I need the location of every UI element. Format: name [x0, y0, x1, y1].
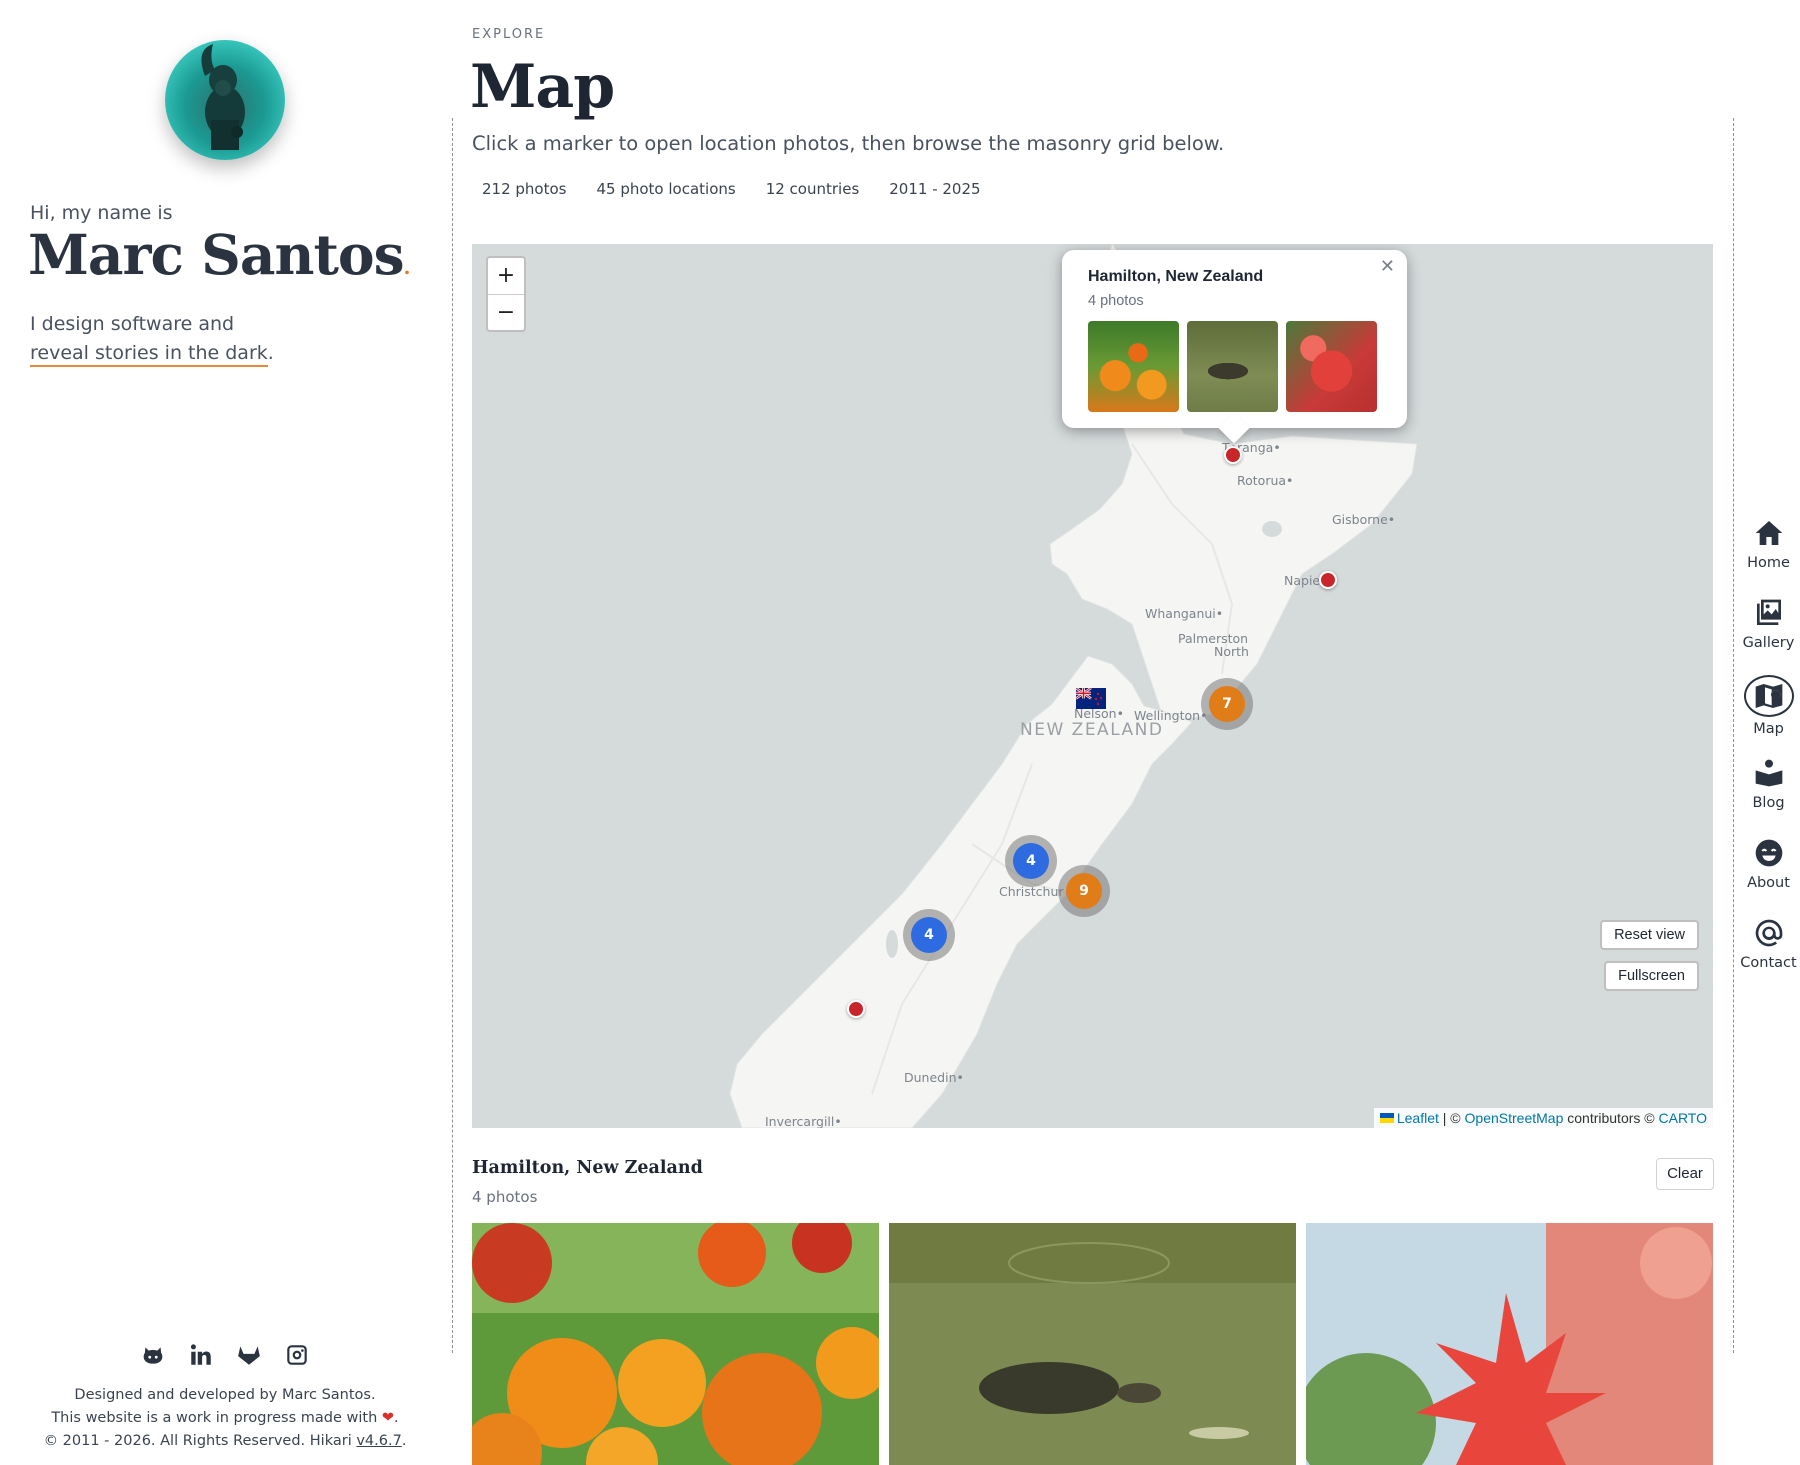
main-nav: Home Gallery Map Blog About Contact [1737, 515, 1800, 995]
divider-right [1733, 118, 1734, 1353]
name-dot: . [403, 255, 411, 279]
tagline: I design software and reveal stories in … [30, 310, 274, 368]
location-marker[interactable] [847, 1000, 865, 1018]
footer-copyright-end: . [401, 1433, 407, 1449]
stat-photos: 212 photos [482, 180, 567, 198]
greeting: Hi, my name is [30, 202, 173, 224]
nav-label: Contact [1740, 955, 1797, 971]
cluster-count: 4 [911, 917, 947, 953]
map[interactable]: + − T•ranga• Rotorua• Gisborne• Napie Wh… [472, 244, 1713, 1128]
place-label: Napie [1284, 573, 1321, 588]
popup-thumbnails [1088, 321, 1381, 412]
avatar [165, 40, 285, 160]
nav-home[interactable]: Home [1737, 515, 1800, 595]
tagline-link[interactable]: reveal stories in the dark [30, 342, 268, 367]
profile-name-text: Marc Santos [28, 222, 405, 287]
cluster-count: 9 [1066, 873, 1102, 909]
footer-copyright: © 2011 - 2026. All Rights Reserved. Hika… [43, 1433, 352, 1449]
attribution-contributors: contributors © [1567, 1110, 1655, 1126]
clear-button[interactable]: Clear [1656, 1158, 1714, 1190]
stat-locations: 45 photo locations [596, 180, 736, 198]
place-label: Invercargill• [765, 1114, 842, 1128]
nav-label: Gallery [1742, 635, 1795, 651]
cluster-count: 4 [1013, 843, 1049, 879]
nav-label: Map [1753, 721, 1784, 737]
location-marker[interactable] [1319, 571, 1337, 589]
place-label: Whanganui• [1145, 606, 1224, 621]
popup-title: Hamilton, New Zealand [1088, 268, 1264, 285]
social-links [140, 1342, 310, 1368]
fullscreen-button[interactable]: Fullscreen [1604, 961, 1699, 991]
heart-icon: ❤ [381, 1410, 395, 1426]
photo-thumbnail[interactable] [1088, 321, 1179, 412]
stats-bar: 212 photos 45 photo locations 12 countri… [472, 178, 991, 200]
nav-gallery[interactable]: Gallery [1737, 595, 1800, 675]
linkedin-icon[interactable] [188, 1342, 214, 1368]
footer-credit: Designed and developed by Marc Santos. [74, 1387, 376, 1403]
nav-map[interactable]: Map [1737, 675, 1800, 755]
ukraine-flag-icon [1379, 1113, 1394, 1123]
tagline-line1: I design software and [30, 313, 235, 335]
country-label: NEW ZEALAND [1020, 720, 1164, 740]
nav-about[interactable]: About [1737, 835, 1800, 915]
reset-view-button[interactable]: Reset view [1600, 920, 1699, 950]
marker-cluster[interactable]: 7 [1201, 678, 1253, 730]
stat-years: 2011 - 2025 [889, 180, 981, 198]
gallery-icon [1751, 595, 1787, 631]
nav-blog[interactable]: Blog [1737, 755, 1800, 835]
page-title: Map [470, 52, 615, 122]
github-icon[interactable] [140, 1342, 166, 1368]
nav-label: Blog [1752, 795, 1785, 811]
footer-wip-end: . [394, 1410, 399, 1426]
osm-link[interactable]: OpenStreetMap [1465, 1110, 1564, 1126]
selection-title: Hamilton, New Zealand [472, 1158, 703, 1178]
place-label: Rotorua• [1237, 473, 1294, 488]
photo-thumbnail[interactable] [1187, 321, 1278, 412]
nav-contact[interactable]: Contact [1737, 915, 1800, 995]
cluster-count: 7 [1209, 686, 1245, 722]
popup-count: 4 photos [1088, 293, 1144, 309]
eyebrow: EXPLORE [472, 27, 546, 42]
location-popup: ✕ Hamilton, New Zealand 4 photos [1062, 250, 1407, 428]
at-icon [1751, 915, 1787, 951]
gitlab-icon[interactable] [236, 1342, 262, 1368]
nav-label: About [1747, 875, 1790, 891]
place-label: Dunedin• [904, 1070, 964, 1085]
page-subtitle: Click a marker to open location photos, … [472, 132, 1225, 155]
selection-count: 4 photos [472, 1188, 538, 1206]
photo-tile[interactable] [889, 1223, 1296, 1465]
location-marker[interactable] [1224, 446, 1242, 464]
marker-cluster[interactable]: 9 [1058, 865, 1110, 917]
marker-cluster[interactable]: 4 [903, 909, 955, 961]
tagline-end: . [267, 342, 274, 364]
carto-link[interactable]: CARTO [1659, 1110, 1708, 1126]
leaflet-link[interactable]: Leaflet [1397, 1110, 1439, 1126]
footer: Designed and developed by Marc Santos. T… [20, 1384, 430, 1453]
stat-countries: 12 countries [765, 180, 860, 198]
zoom-in-button[interactable]: + [488, 258, 524, 294]
photo-tile[interactable] [472, 1223, 879, 1465]
photo-thumbnail[interactable] [1286, 321, 1377, 412]
blog-icon [1751, 755, 1787, 791]
about-icon [1751, 835, 1787, 871]
attribution-separator: | © [1442, 1110, 1461, 1126]
map-icon [1743, 675, 1794, 717]
close-icon[interactable]: ✕ [1380, 256, 1395, 277]
new-zealand-flag-icon [1076, 688, 1106, 709]
marker-cluster[interactable]: 4 [1005, 835, 1057, 887]
zoom-out-button[interactable]: − [488, 294, 524, 330]
photo-tile[interactable] [1306, 1223, 1713, 1465]
version-link[interactable]: v4.6.7 [356, 1433, 401, 1449]
home-icon [1751, 515, 1787, 551]
zoom-control: + − [486, 256, 526, 332]
photo-grid [472, 1223, 1713, 1465]
place-label: North [1214, 644, 1249, 659]
place-label: Gisborne• [1332, 512, 1396, 527]
instagram-icon[interactable] [284, 1342, 310, 1368]
footer-wip: This website is a work in progress made … [51, 1410, 378, 1426]
map-attribution: Leaflet | © OpenStreetMap contributors ©… [1373, 1108, 1713, 1128]
divider-left [452, 118, 453, 1353]
profile-name: Marc Santos. [28, 222, 410, 287]
nav-label: Home [1747, 555, 1790, 571]
